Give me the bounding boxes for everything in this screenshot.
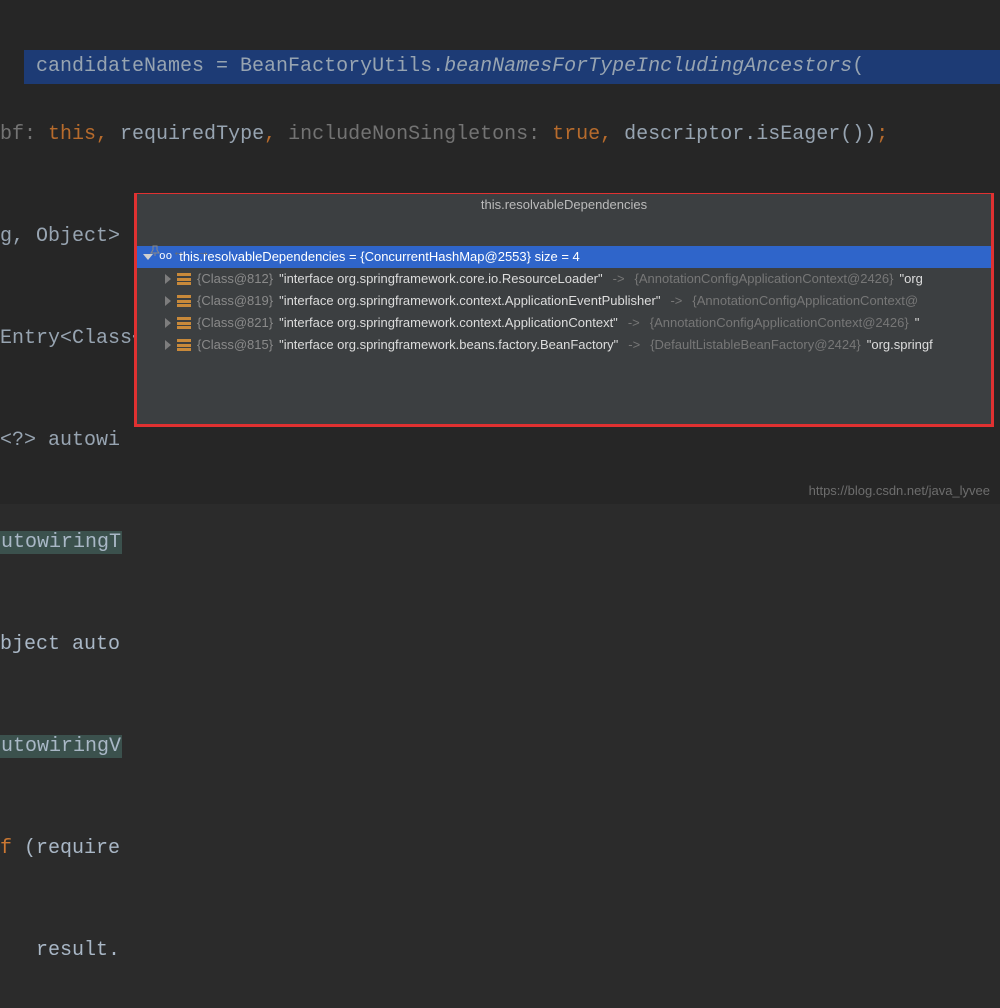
expand-arrow-right-icon[interactable] [165,318,171,328]
row-tail: " [915,312,920,334]
debug-row[interactable]: {Class@821} "interface org.springframewo… [137,312,991,334]
debug-row[interactable]: {Class@819} "interface org.springframewo… [137,290,991,312]
map-entry-icon [177,294,191,308]
code-line-2: bf: this, requiredType, includeNonSingle… [0,118,1000,152]
debug-row[interactable]: {Class@812} "interface org.springframewo… [137,268,991,290]
nav-forward-icon[interactable]: → [195,243,211,259]
debugger-popup[interactable]: this.resolvableDependencies ← → oo this.… [134,193,994,427]
map-entry-icon [177,272,191,286]
debug-row[interactable]: {Class@815} "interface org.springframewo… [137,334,991,356]
row-value: {AnnotationConfigApplicationContext@2426… [635,268,894,290]
popup-title: this.resolvableDependencies [137,194,991,216]
code-line-1: candidateNames = BeanFactoryUtils.beanNa… [24,50,1000,84]
row-key: {Class@819} [197,290,273,312]
pin-icon[interactable] [147,243,163,259]
expand-arrow-right-icon[interactable] [165,274,171,284]
popup-header-text: this.resolvableDependencies = {Concurren… [179,246,580,268]
row-key: {Class@821} [197,312,273,334]
map-entry-icon [177,316,191,330]
row-interface: "interface org.springframework.beans.fac… [279,334,618,356]
row-value: {AnnotationConfigApplicationContext@2426… [650,312,909,334]
expand-arrow-right-icon[interactable] [165,296,171,306]
row-interface: "interface org.springframework.core.io.R… [279,268,603,290]
code-line-9: f (require [0,832,1000,866]
code-line-8: utowiringV [0,730,1000,764]
code-line-7: bject auto [0,628,1000,662]
row-interface: "interface org.springframework.context.A… [279,290,660,312]
code-line-6: utowiringT [0,526,1000,560]
row-tail: "org [900,268,923,290]
row-value: {AnnotationConfigApplicationContext@ [692,290,918,312]
row-key: {Class@815} [197,334,273,356]
row-interface: "interface org.springframework.context.A… [279,312,618,334]
watermark: https://blog.csdn.net/java_lyvee [809,483,990,498]
code-line-5: <?> autowi [0,424,1000,458]
code-line-10: result. [0,934,1000,968]
row-tail: "org.springf [867,334,933,356]
row-arrow: -> [670,290,682,312]
row-value: {DefaultListableBeanFactory@2424} [650,334,861,356]
code-editor[interactable]: candidateNames = BeanFactoryUtils.beanNa… [0,0,1000,1008]
map-entry-icon [177,338,191,352]
expand-arrow-right-icon[interactable] [165,340,171,350]
popup-nav: ← → [147,240,211,262]
popup-body: ← → oo this.resolvableDependencies = {Co… [137,216,991,424]
popup-header-row[interactable]: oo this.resolvableDependencies = {Concur… [137,246,991,268]
row-arrow: -> [628,312,640,334]
row-key: {Class@812} [197,268,273,290]
row-arrow: -> [628,334,640,356]
row-arrow: -> [613,268,625,290]
nav-back-icon[interactable]: ← [171,243,187,259]
